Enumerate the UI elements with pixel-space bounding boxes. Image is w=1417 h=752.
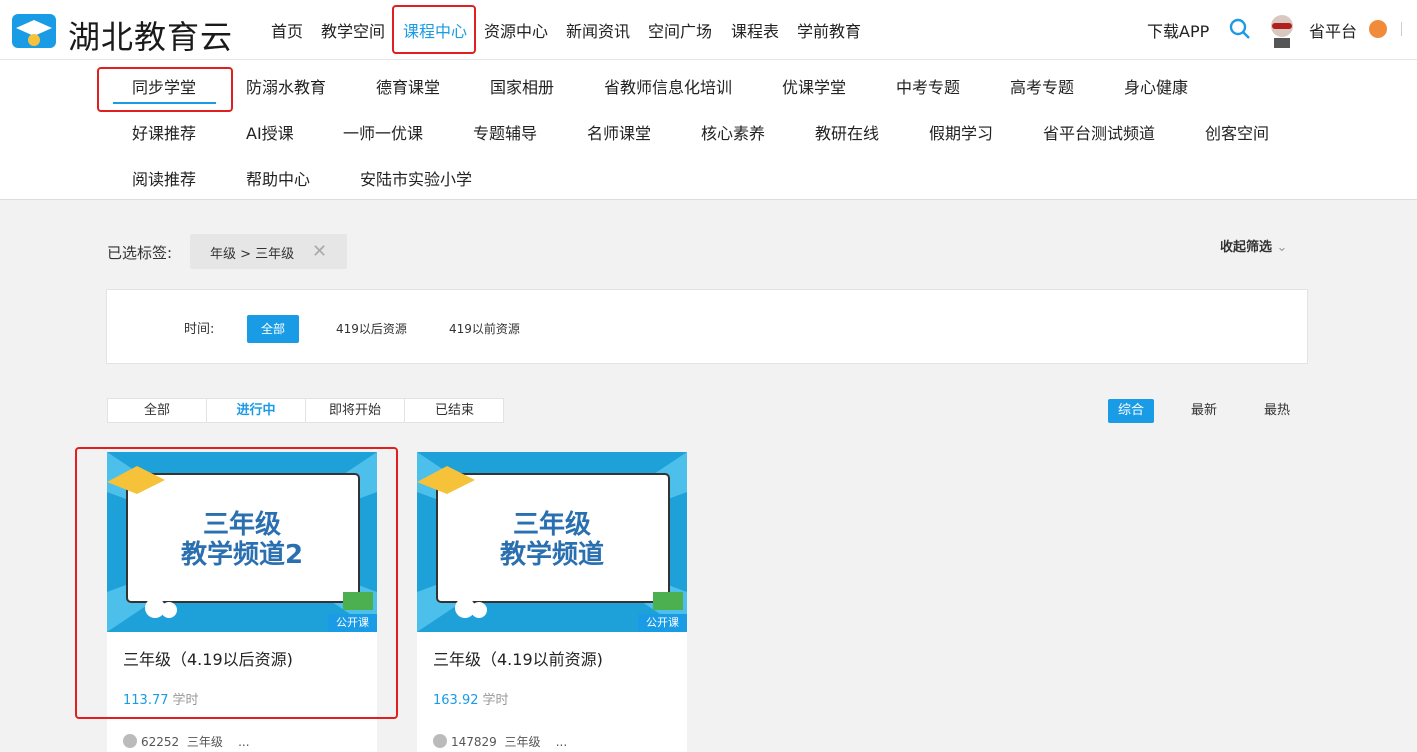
view-count: 147829 bbox=[451, 735, 497, 749]
channel-one-teacher[interactable]: 一师一优课 bbox=[343, 120, 423, 144]
grade-label: 三年级 bbox=[186, 735, 223, 749]
channel-quality-class[interactable]: 优课学堂 bbox=[782, 74, 846, 98]
collapse-filter-button[interactable]: 收起筛选 ⌄ bbox=[1220, 236, 1287, 255]
thumb-title-line2: 教学频道 bbox=[499, 540, 604, 570]
status-tab-ongoing[interactable]: 进行中 bbox=[207, 399, 306, 422]
course-hours: 163.92 学时 bbox=[433, 689, 509, 708]
hours-value: 163.92 bbox=[433, 693, 479, 708]
selected-tag[interactable]: 年级 > 三年级 ✕ bbox=[190, 234, 347, 269]
channel-research[interactable]: 教研在线 bbox=[815, 120, 879, 144]
more-ellipsis: ... bbox=[555, 735, 568, 749]
logo-icon bbox=[12, 14, 56, 48]
channel-national-album[interactable]: 国家相册 bbox=[490, 74, 554, 98]
time-option-before-419[interactable]: 419以前资源 bbox=[449, 315, 520, 343]
time-option-after-419[interactable]: 419以后资源 bbox=[336, 315, 407, 343]
nav-schedule[interactable]: 课程表 bbox=[731, 18, 779, 42]
channel-ai-teaching[interactable]: AI授课 bbox=[246, 120, 294, 144]
channel-core-literacy[interactable]: 核心素养 bbox=[701, 120, 765, 144]
nav-news[interactable]: 新闻资讯 bbox=[566, 18, 630, 42]
status-tab-ended[interactable]: 已结束 bbox=[405, 399, 504, 422]
search-icon[interactable] bbox=[1229, 18, 1251, 40]
sort-comprehensive[interactable]: 综合 bbox=[1108, 399, 1155, 423]
user-icon bbox=[433, 734, 447, 748]
channel-famous-teacher[interactable]: 名师课堂 bbox=[587, 120, 651, 144]
nav-space-square[interactable]: 空间广场 bbox=[648, 18, 712, 42]
highlight-box-sync-classroom bbox=[97, 67, 233, 112]
course-meta: 147829 三年级 ... bbox=[433, 733, 567, 750]
channel-test[interactable]: 省平台测试频道 bbox=[1043, 120, 1155, 144]
status-tabs: 全部 进行中 即将开始 已结束 bbox=[107, 398, 504, 423]
selected-tag-text: 年级 > 三年级 bbox=[210, 247, 295, 262]
more-ellipsis: ... bbox=[238, 735, 250, 749]
course-card[interactable]: 三年级 教学频道 公开课 三年级（4.19以前资源) 163.92 学时 1478… bbox=[417, 452, 687, 752]
channel-moral-education[interactable]: 德育课堂 bbox=[376, 74, 440, 98]
highlight-box-course-card bbox=[75, 447, 398, 719]
nav-home[interactable]: 首页 bbox=[271, 18, 303, 42]
user-icon bbox=[123, 734, 137, 748]
highlight-box-course-center bbox=[392, 5, 476, 54]
channel-anlu-school[interactable]: 安陆市实验小学 bbox=[360, 166, 472, 190]
nav-teaching-space[interactable]: 教学空间 bbox=[321, 18, 385, 42]
platform-switch[interactable]: 省平台 bbox=[1309, 18, 1357, 42]
platform-icon[interactable] bbox=[1369, 20, 1387, 38]
channel-help[interactable]: 帮助中心 bbox=[246, 166, 310, 190]
time-filter-label: 时间: bbox=[184, 322, 215, 337]
hours-unit: 学时 bbox=[482, 693, 509, 708]
grade-label: 三年级 bbox=[504, 735, 541, 749]
channel-holiday[interactable]: 假期学习 bbox=[929, 120, 993, 144]
divider bbox=[1401, 22, 1411, 36]
sort-latest[interactable]: 最新 bbox=[1191, 399, 1217, 423]
channel-recommended[interactable]: 好课推荐 bbox=[132, 120, 196, 144]
selected-tags-label: 已选标签: bbox=[107, 244, 173, 262]
logo-text: 湖北教育云 bbox=[68, 18, 234, 56]
status-tab-upcoming[interactable]: 即将开始 bbox=[306, 399, 405, 422]
channel-tutoring[interactable]: 专题辅导 bbox=[473, 120, 537, 144]
channel-health[interactable]: 身心健康 bbox=[1124, 74, 1188, 98]
close-icon[interactable]: ✕ bbox=[312, 241, 327, 262]
course-thumbnail[interactable]: 三年级 教学频道 公开课 bbox=[417, 452, 687, 632]
sort-hottest[interactable]: 最热 bbox=[1264, 399, 1290, 423]
channel-drowning-prevention[interactable]: 防溺水教育 bbox=[246, 74, 326, 98]
channel-reading[interactable]: 阅读推荐 bbox=[132, 166, 196, 190]
channel-gaokao[interactable]: 高考专题 bbox=[1010, 74, 1074, 98]
avatar[interactable] bbox=[1266, 12, 1298, 48]
channel-teacher-training[interactable]: 省教师信息化培训 bbox=[604, 74, 732, 98]
download-app-link[interactable]: 下载APP bbox=[1147, 18, 1209, 42]
site-logo[interactable]: 湖北教育云 bbox=[10, 6, 232, 56]
nav-resource-center[interactable]: 资源中心 bbox=[484, 18, 548, 42]
collapse-filter-label: 收起筛选 bbox=[1220, 240, 1273, 255]
time-option-all[interactable]: 全部 bbox=[247, 315, 300, 343]
status-tab-all[interactable]: 全部 bbox=[108, 399, 207, 422]
nav-preschool[interactable]: 学前教育 bbox=[797, 18, 861, 42]
course-title[interactable]: 三年级（4.19以前资源) bbox=[433, 646, 603, 670]
channel-zhongkao[interactable]: 中考专题 bbox=[896, 74, 960, 98]
channel-maker-space[interactable]: 创客空间 bbox=[1205, 120, 1269, 144]
public-class-badge: 公开课 bbox=[638, 614, 687, 632]
filter-panel: 时间: 全部 419以后资源 419以前资源 bbox=[106, 289, 1308, 364]
chevron-down-icon: ⌄ bbox=[1276, 240, 1288, 255]
view-count: 62252 bbox=[141, 735, 180, 749]
course-meta: 62252 三年级 ... bbox=[123, 733, 250, 750]
thumb-title-line1: 三年级 bbox=[512, 510, 591, 540]
top-navbar: 湖北教育云 首页 教学空间 课程中心 资源中心 新闻资讯 空间广场 课程表 学前… bbox=[0, 0, 1417, 60]
